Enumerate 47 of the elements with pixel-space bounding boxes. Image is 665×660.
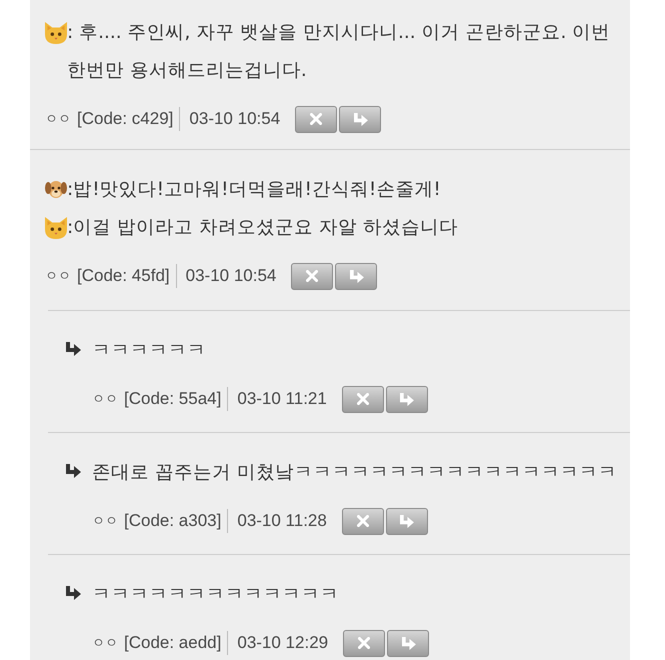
- author-name: ㅇㅇ: [92, 390, 118, 408]
- delete-button[interactable]: [291, 262, 334, 290]
- user-code: [Code: aedd]: [124, 633, 222, 653]
- close-icon: [356, 393, 369, 405]
- bent-arrow-icon: [400, 636, 416, 650]
- author-name: ㅇㅇ: [45, 110, 71, 128]
- close-icon: [306, 270, 318, 282]
- delete-button[interactable]: [295, 106, 338, 132]
- timestamp: 03-10 11:21: [237, 389, 327, 409]
- cat-face-icon: [45, 217, 67, 239]
- reply-text: ㅋㅋㅋㅋㅋㅋㅋㅋㅋㅋㅋㅋㅋ: [92, 582, 339, 606]
- bent-arrow-icon: [352, 112, 368, 126]
- reply-text: 존대로 꼽주는거 미쳤낰ㅋㅋㅋㅋㅋㅋㅋㅋㅋㅋㅋㅋㅋㅋㅋㅋㅋ: [92, 460, 617, 484]
- reply-button[interactable]: [387, 630, 430, 656]
- bent-arrow-icon: [65, 464, 81, 478]
- close-icon: [356, 515, 369, 527]
- comment-text: :이걸 밥이라고 차려오셨군요 자알 하셨습니다: [67, 216, 459, 240]
- close-icon: [310, 113, 322, 125]
- bent-arrow-icon: [399, 514, 414, 528]
- close-icon: [358, 637, 370, 649]
- delete-button[interactable]: [343, 630, 386, 656]
- delete-button[interactable]: [342, 386, 384, 412]
- user-code: [Code: a303]: [124, 511, 222, 531]
- reply-button[interactable]: [386, 508, 428, 534]
- reply-button[interactable]: [386, 386, 428, 412]
- bent-arrow-icon: [65, 586, 81, 600]
- dog-face-icon: [45, 180, 67, 199]
- timestamp: 03-10 12:29: [237, 633, 328, 653]
- reply-button[interactable]: [339, 106, 382, 132]
- user-code: [Code: 45fd]: [77, 266, 170, 286]
- bent-arrow-icon: [348, 270, 364, 282]
- cat-face-icon: [45, 22, 67, 44]
- delete-button[interactable]: [342, 508, 384, 534]
- author-name: ㅇㅇ: [92, 512, 118, 530]
- reply-button[interactable]: [335, 262, 378, 290]
- reply-text: ㅋㅋㅋㅋㅋㅋ: [92, 338, 206, 362]
- timestamp: 03-10 10:54: [189, 109, 280, 129]
- bent-arrow-icon: [65, 342, 81, 356]
- author-name: ㅇㅇ: [45, 267, 71, 285]
- comment-text: : 후.... 주인씨, 자꾸 뱃살을 만지시다니... 이거 곤란하군요. 이번 한번만 용서해드리는겁니다.: [67, 21, 612, 83]
- bent-arrow-icon: [399, 392, 414, 406]
- timestamp: 03-10 11:28: [237, 511, 327, 531]
- author-name: ㅇㅇ: [92, 634, 118, 652]
- user-code: [Code: 55a4]: [124, 389, 222, 409]
- timestamp: 03-10 10:54: [186, 266, 276, 286]
- user-code: [Code: c429]: [77, 109, 174, 129]
- comment-text: :밥!맛있다!고마워!더먹을래!간식줘!손줄게!: [67, 178, 442, 202]
